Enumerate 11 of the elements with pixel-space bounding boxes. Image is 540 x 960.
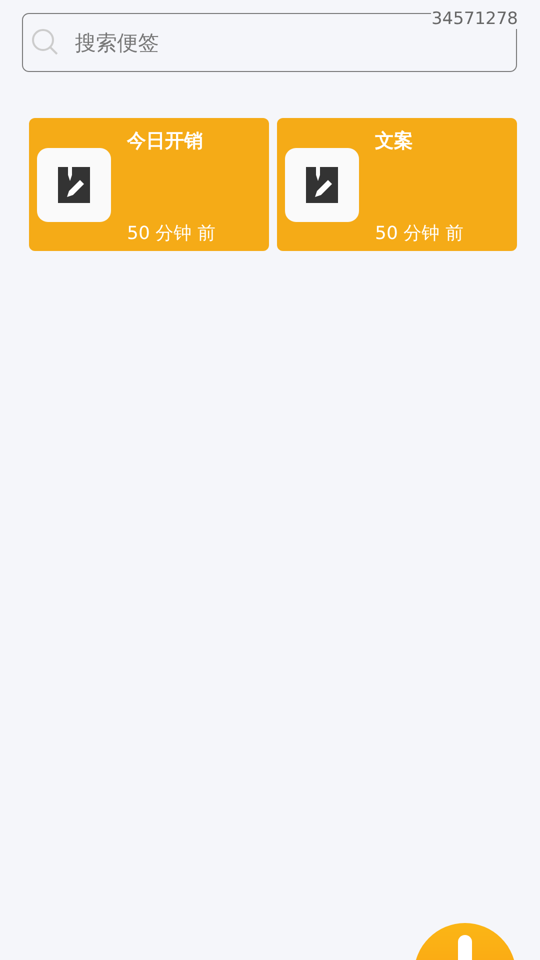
note-time: 50 分钟 前 xyxy=(375,222,464,245)
note-title: 文案 xyxy=(375,129,414,154)
note-icon xyxy=(37,148,111,222)
id-label: 34571278 xyxy=(431,9,518,29)
note-icon xyxy=(285,148,359,222)
plus-icon xyxy=(458,935,472,960)
note-card[interactable]: 今日开销 50 分钟 前 xyxy=(29,118,269,251)
note-time: 50 分钟 前 xyxy=(127,222,216,245)
note-title: 今日开销 xyxy=(127,129,204,154)
note-card[interactable]: 文案 50 分钟 前 xyxy=(277,118,517,251)
search-icon xyxy=(31,28,59,56)
